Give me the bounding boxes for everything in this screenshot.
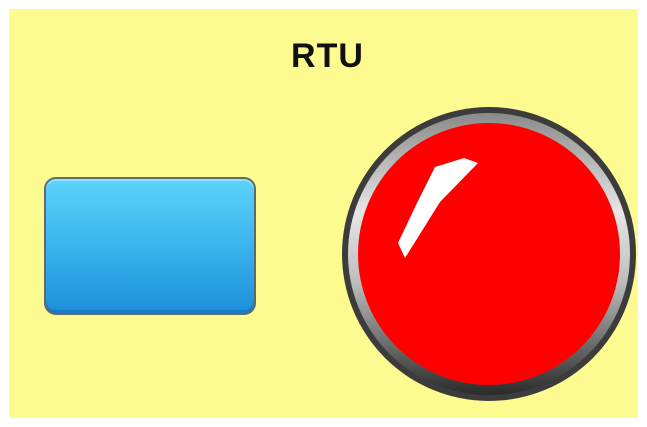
panel-title: RTU [291,37,364,75]
rtu-panel: RTU [9,9,638,418]
red-push-button[interactable] [340,105,638,403]
red-button-icon [342,107,636,401]
blue-push-button[interactable] [44,177,256,315]
